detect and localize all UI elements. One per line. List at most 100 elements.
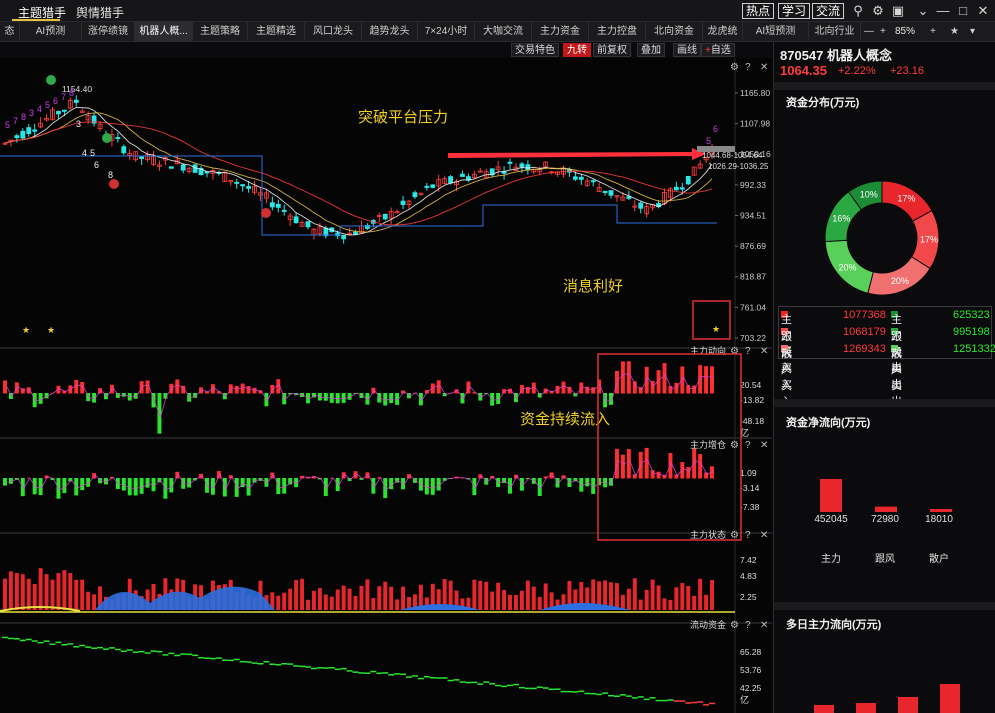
tab-experts[interactable]: 大咖交流 bbox=[475, 22, 532, 41]
flow-row-main: 主力买入 1077368 主力卖出 625323 bbox=[781, 309, 990, 374]
tab-wind-leader[interactable]: 风口龙头 bbox=[305, 22, 362, 41]
search-icon[interactable]: ⚲ bbox=[850, 3, 866, 19]
help-icon: ? bbox=[745, 440, 751, 451]
liquidity-seg bbox=[459, 681, 466, 683]
state-bar bbox=[365, 579, 370, 610]
exchange-button[interactable]: 交流 bbox=[812, 3, 845, 19]
net-flow-chart bbox=[820, 479, 952, 512]
tab-limit-up[interactable]: 涨停绩镜 bbox=[82, 22, 135, 41]
candle-body bbox=[448, 176, 453, 184]
hot-button[interactable]: 热点 bbox=[742, 3, 775, 19]
tab-north-industry[interactable]: 北向行业 bbox=[809, 22, 861, 41]
range2-label: 1026.29-1036.25 bbox=[708, 162, 769, 171]
state-bar bbox=[294, 580, 299, 610]
liquidity-seg bbox=[25, 638, 32, 641]
minimize-icon[interactable]: — bbox=[935, 3, 951, 19]
candle-body bbox=[412, 192, 418, 198]
nav-plus-icon[interactable]: + bbox=[880, 22, 886, 41]
panel-tick-label: 65.28 bbox=[740, 647, 762, 657]
price-tick-label: 703.22 bbox=[740, 333, 766, 343]
star-icon[interactable]: ★ bbox=[950, 22, 959, 41]
state-bar bbox=[472, 579, 477, 610]
tab-trend-leader[interactable]: 趋势龙头 bbox=[362, 22, 418, 41]
liquidity-seg bbox=[673, 700, 680, 702]
liquidity-seg bbox=[429, 676, 436, 679]
adjust-dropdown[interactable]: 前复权 bbox=[593, 43, 631, 57]
candle-body bbox=[121, 146, 127, 154]
tab-0[interactable]: 态 bbox=[0, 22, 20, 41]
window-icon[interactable]: ▣ bbox=[890, 3, 906, 19]
gear-icon: ⚙ bbox=[730, 440, 739, 451]
main-flow-bar bbox=[3, 380, 7, 394]
divider bbox=[774, 399, 995, 407]
candle-body bbox=[400, 200, 406, 205]
tab-ai-short[interactable]: AI短预测 bbox=[743, 22, 809, 41]
tab-ai-predict[interactable]: AI预测 bbox=[20, 22, 82, 41]
zoom-level: 85% bbox=[895, 26, 916, 37]
tab-24h[interactable]: 7×24小时 bbox=[418, 22, 475, 41]
tab-north-fund[interactable]: 北向资金 bbox=[646, 22, 703, 41]
panel-tick-label: -3.14 bbox=[740, 483, 760, 493]
watchlist-button[interactable]: +自选 bbox=[701, 43, 735, 57]
liquidity-seg bbox=[447, 679, 454, 682]
draw-line-button[interactable]: 画线 bbox=[673, 43, 701, 57]
tab-sentiment-hunter[interactable]: 舆情猎手 bbox=[76, 4, 124, 21]
tab-theme-strategy[interactable]: 主题策略 bbox=[193, 22, 248, 41]
net-flow-title: 资金净流向(万元) bbox=[786, 417, 871, 429]
liquidity-seg bbox=[245, 661, 252, 663]
liquidity-seg bbox=[483, 681, 490, 683]
tab-robot-concept[interactable]: 机器人概... bbox=[135, 22, 193, 41]
candle-body bbox=[61, 109, 67, 112]
tab-dragon-tiger[interactable]: 龙虎统计 bbox=[703, 22, 743, 56]
gear-icon[interactable]: ⚙ bbox=[870, 3, 886, 19]
liquidity-seg bbox=[180, 653, 187, 655]
state-bar bbox=[537, 596, 542, 610]
liquidity-seg bbox=[560, 690, 567, 693]
liquidity-seg bbox=[126, 649, 133, 651]
liquidity-seg bbox=[596, 693, 603, 696]
close-icon: ✕ bbox=[760, 620, 768, 631]
tab-main-fund[interactable]: 主力资金 bbox=[532, 22, 589, 41]
net-value-retail: 18010 bbox=[925, 514, 953, 525]
tab-main-control[interactable]: 主力控盘 bbox=[589, 22, 646, 41]
caret-down-icon[interactable]: ▾ bbox=[970, 22, 975, 41]
liquidity-seg bbox=[411, 675, 418, 677]
nav-minus-icon[interactable]: — bbox=[864, 22, 874, 41]
star-icon: ★ bbox=[47, 325, 55, 335]
state-bar bbox=[698, 578, 703, 610]
net-value-main: 452045 bbox=[814, 514, 848, 525]
liquidity-seg bbox=[388, 674, 395, 676]
candle-body bbox=[240, 184, 246, 187]
nine-turn-digit: 5 bbox=[5, 120, 10, 130]
annotation-inflow: 资金持续流入 bbox=[520, 410, 610, 428]
price-tick-label: 1107.98 bbox=[740, 119, 770, 129]
trade-feature-dropdown[interactable]: 交易特色 bbox=[511, 43, 559, 57]
chevron-down-icon[interactable]: ⌄ bbox=[915, 3, 931, 19]
nine-turn-digit: 6 bbox=[53, 96, 58, 106]
liquidity-seg bbox=[643, 698, 650, 701]
tab-theme-select[interactable]: 主题精选 bbox=[248, 22, 305, 41]
panel-tick-label: 4.83 bbox=[740, 571, 757, 581]
main-flow-bar bbox=[626, 361, 631, 394]
candle-body bbox=[305, 221, 311, 228]
overlay-dropdown[interactable]: 叠加 bbox=[637, 43, 665, 57]
liquidity-seg bbox=[691, 701, 698, 704]
stock-chart[interactable]: 主力动向 ⚙? ✕20.54-13.82-48.18亿主力增仓 ⚙? ✕1.09-3.1… bbox=[0, 58, 772, 713]
candle-body bbox=[638, 202, 644, 209]
study-button[interactable]: 学习 bbox=[778, 3, 811, 19]
maximize-icon[interactable]: □ bbox=[955, 3, 971, 19]
close-icon[interactable]: ✕ bbox=[975, 3, 991, 19]
main-add-bar bbox=[246, 478, 251, 496]
liquidity-seg bbox=[168, 652, 175, 655]
candle-body bbox=[180, 164, 186, 171]
state-bar bbox=[632, 578, 637, 610]
main-flow-bar bbox=[692, 385, 697, 394]
multi-day-title: 多日主力流向(万元) bbox=[786, 619, 882, 631]
state-bar bbox=[620, 594, 625, 610]
nine-turn-button[interactable]: 九转 bbox=[563, 43, 591, 57]
state-bar bbox=[680, 583, 685, 610]
liquidity-seg bbox=[316, 667, 323, 669]
state-bar bbox=[26, 578, 31, 610]
nine-turn-digit: 7 bbox=[61, 92, 66, 102]
nav-plus2-icon[interactable]: + bbox=[930, 22, 936, 41]
